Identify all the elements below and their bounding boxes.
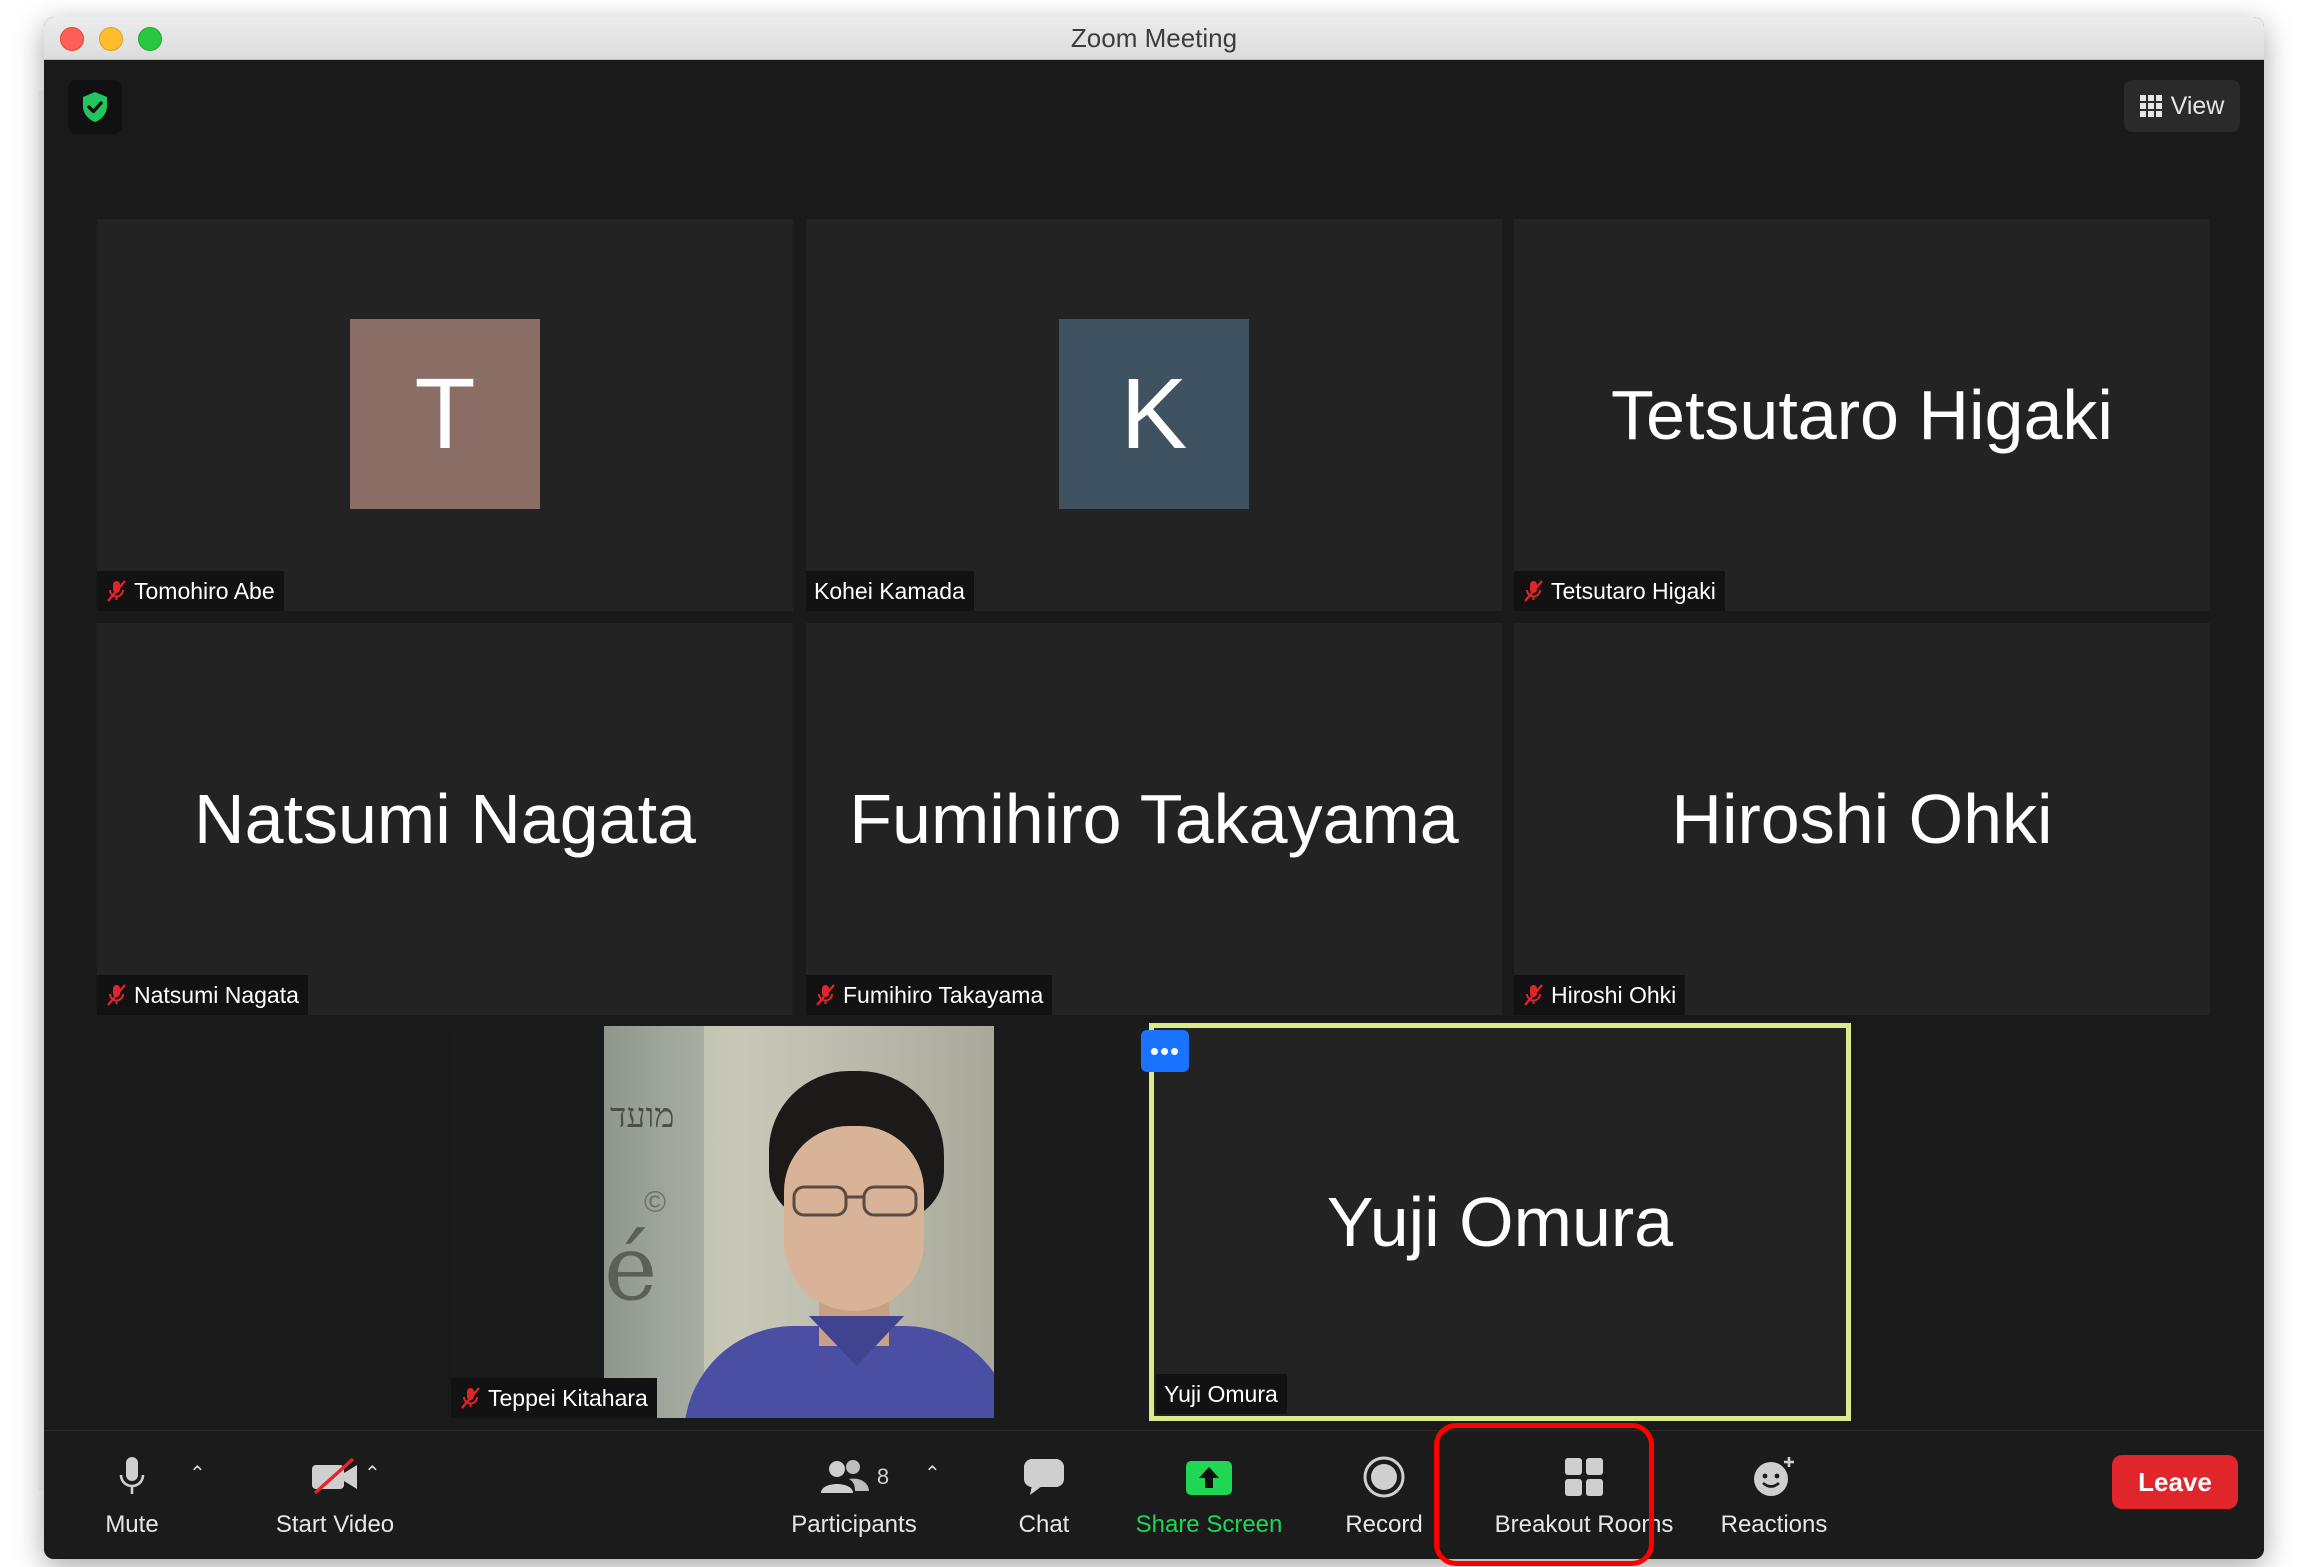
background-sign-copyright: © xyxy=(644,1186,667,1219)
video-options-chevron-icon[interactable]: ⌃ xyxy=(364,1461,381,1486)
participant-name: Teppei Kitahara xyxy=(488,1384,648,1411)
zoom-meeting-window: Zoom Meeting View T Tomohiro Abe K Kohei… xyxy=(44,17,2264,1559)
reactions-label: Reactions xyxy=(1720,1511,1828,1538)
gallery-grid-icon xyxy=(2139,95,2162,117)
participant-name: Tetsutaro Higaki xyxy=(1551,577,1716,604)
view-button[interactable]: View xyxy=(2124,80,2240,132)
participant-name: Kohei Kamada xyxy=(814,577,965,604)
participant-name-label: Kohei Kamada xyxy=(806,571,974,611)
window-title: Zoom Meeting xyxy=(1070,23,1238,53)
glasses-shape xyxy=(792,1185,918,1217)
participants-options-chevron-icon[interactable]: ⌃ xyxy=(924,1461,941,1486)
participant-display-name: Tetsutaro Higaki xyxy=(1611,376,2113,454)
breakout-rooms-highlight-box xyxy=(1434,1423,1654,1566)
participants-label: Participants xyxy=(791,1511,917,1538)
reactions-button[interactable]: Reactions xyxy=(1714,1431,1834,1559)
background-sign-letter: é xyxy=(604,1216,658,1321)
participant-name: Natsumi Nagata xyxy=(134,981,299,1008)
participant-name-label: Tomohiro Abe xyxy=(97,571,284,611)
record-icon xyxy=(1362,1453,1406,1501)
muted-mic-icon xyxy=(461,1387,480,1409)
leave-button[interactable]: Leave xyxy=(2112,1455,2238,1509)
participant-name: Fumihiro Takayama xyxy=(843,981,1044,1008)
participant-name: Yuji Omura xyxy=(1164,1380,1278,1407)
video-off-icon xyxy=(309,1453,361,1501)
participant-name: Tomohiro Abe xyxy=(134,577,275,604)
muted-mic-icon xyxy=(816,984,835,1006)
record-label: Record xyxy=(1345,1511,1423,1538)
participant-video-tile[interactable]: מועד é © Teppei Kitahara xyxy=(451,1026,1147,1418)
muted-mic-icon xyxy=(107,580,126,602)
share-screen-button[interactable]: Share Screen xyxy=(1124,1431,1294,1559)
start-video-label: Start Video xyxy=(275,1511,395,1538)
participant-tile[interactable]: Fumihiro Takayama Fumihiro Takayama xyxy=(806,623,1502,1015)
share-screen-label: Share Screen xyxy=(1135,1511,1283,1538)
chat-label: Chat xyxy=(1018,1511,1070,1538)
participants-count: 8 xyxy=(876,1464,890,1489)
participant-video-feed: מועד é © xyxy=(604,1026,994,1418)
participant-name: Hiroshi Ohki xyxy=(1551,981,1677,1008)
participant-name-label: Natsumi Nagata xyxy=(97,975,308,1015)
chat-bubble-icon xyxy=(1022,1453,1066,1501)
microphone-icon xyxy=(117,1453,147,1501)
mute-button[interactable]: Mute xyxy=(86,1431,178,1559)
participant-name-label: Yuji Omura xyxy=(1156,1374,1287,1414)
participant-tile[interactable]: Tetsutaro Higaki Tetsutaro Higaki xyxy=(1514,219,2210,611)
meeting-toolbar: Mute ⌃ Start Video ⌃ 8 Participants ⌃ Ch… xyxy=(44,1430,2264,1559)
participant-name-label: Teppei Kitahara xyxy=(451,1378,657,1418)
participant-tile[interactable]: K Kohei Kamada xyxy=(806,219,1502,611)
more-options-button[interactable]: ••• xyxy=(1141,1030,1189,1072)
active-speaker-tile[interactable]: Yuji Omura Yuji Omura xyxy=(1149,1023,1851,1421)
participants-icon xyxy=(820,1460,869,1493)
avatar: K xyxy=(1059,319,1249,509)
participants-button[interactable]: 8 Participants xyxy=(744,1431,964,1559)
mute-label: Mute xyxy=(105,1511,159,1538)
participant-name-label: Fumihiro Takayama xyxy=(806,975,1053,1015)
participant-tile[interactable]: Natsumi Nagata Natsumi Nagata xyxy=(97,623,793,1015)
participant-tile[interactable]: T Tomohiro Abe xyxy=(97,219,793,611)
muted-mic-icon xyxy=(1524,984,1543,1006)
share-screen-icon xyxy=(1184,1453,1234,1501)
title-bar: Zoom Meeting xyxy=(44,17,2264,60)
muted-mic-icon xyxy=(1524,580,1543,602)
participant-display-name: Yuji Omura xyxy=(1326,1183,1674,1261)
security-shield-icon[interactable] xyxy=(68,80,122,134)
muted-mic-icon xyxy=(107,984,126,1006)
gallery-view: View T Tomohiro Abe K Kohei Kamada Tetsu… xyxy=(44,60,2264,1473)
participant-name-label: Hiroshi Ohki xyxy=(1514,975,1686,1015)
audio-options-chevron-icon[interactable]: ⌃ xyxy=(189,1461,206,1486)
reactions-smiley-icon xyxy=(1751,1453,1797,1501)
start-video-button[interactable]: Start Video xyxy=(240,1431,430,1559)
background-sign-text: מועד xyxy=(610,1096,675,1136)
participant-display-name: Natsumi Nagata xyxy=(194,780,696,858)
participant-display-name: Fumihiro Takayama xyxy=(849,780,1459,858)
view-button-label: View xyxy=(2170,91,2225,120)
participant-display-name: Hiroshi Ohki xyxy=(1671,780,2053,858)
participant-name-label: Tetsutaro Higaki xyxy=(1514,571,1725,611)
avatar: T xyxy=(350,319,540,509)
participant-tile[interactable]: Hiroshi Ohki Hiroshi Ohki xyxy=(1514,623,2210,1015)
chat-button[interactable]: Chat xyxy=(999,1431,1089,1559)
record-button[interactable]: Record xyxy=(1334,1431,1434,1559)
